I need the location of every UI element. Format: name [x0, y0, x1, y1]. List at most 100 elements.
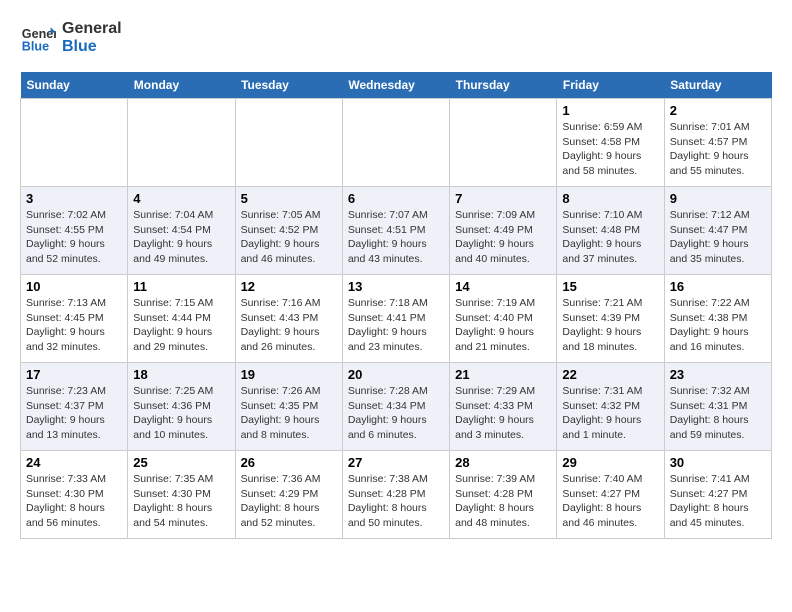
logo-name-blue: Blue	[62, 38, 122, 56]
calendar-cell: 12 Sunrise: 7:16 AM Sunset: 4:43 PM Dayli…	[235, 275, 342, 363]
day-number: 29	[562, 455, 658, 470]
day-number: 26	[241, 455, 337, 470]
calendar-cell: 5Sunrise: 7:05 AM Sunset: 4:52 PM Daylig…	[235, 187, 342, 275]
calendar-cell: 9 Sunrise: 7:12 AM Sunset: 4:47 PM Daylig…	[664, 187, 771, 275]
calendar-cell: 1Sunrise: 6:59 AM Sunset: 4:58 PM Daylig…	[557, 99, 664, 187]
calendar-cell: 24Sunrise: 7:33 AM Sunset: 4:30 PM Dayli…	[21, 451, 128, 539]
day-number: 3	[26, 191, 122, 206]
header-row: SundayMondayTuesdayWednesdayThursdayFrid…	[21, 72, 772, 99]
calendar-table: SundayMondayTuesdayWednesdayThursdayFrid…	[20, 72, 772, 539]
day-info: Sunrise: 7:13 AM Sunset: 4:45 PM Dayligh…	[26, 296, 122, 355]
day-number: 21	[455, 367, 551, 382]
calendar-cell	[128, 99, 235, 187]
day-number: 4	[133, 191, 229, 206]
calendar-cell: 2 Sunrise: 7:01 AM Sunset: 4:57 PM Daylig…	[664, 99, 771, 187]
day-number: 22	[562, 367, 658, 382]
svg-text:Blue: Blue	[22, 40, 49, 54]
day-number: 12	[241, 279, 337, 294]
weekday-header: Sunday	[21, 72, 128, 99]
calendar-cell: 14Sunrise: 7:19 AM Sunset: 4:40 PM Dayli…	[450, 275, 557, 363]
calendar-cell: 7 Sunrise: 7:09 AM Sunset: 4:49 PM Daylig…	[450, 187, 557, 275]
day-number: 27	[348, 455, 444, 470]
calendar-cell: 17 Sunrise: 7:23 AM Sunset: 4:37 PM Dayli…	[21, 363, 128, 451]
day-number: 6	[348, 191, 444, 206]
calendar-cell: 6 Sunrise: 7:07 AM Sunset: 4:51 PM Daylig…	[342, 187, 449, 275]
calendar-cell: 8 Sunrise: 7:10 AM Sunset: 4:48 PM Daylig…	[557, 187, 664, 275]
weekday-header: Thursday	[450, 72, 557, 99]
calendar-cell: 15 Sunrise: 7:21 AM Sunset: 4:39 PM Dayli…	[557, 275, 664, 363]
calendar-cell	[21, 99, 128, 187]
day-info: Sunrise: 7:36 AM Sunset: 4:29 PM Dayligh…	[241, 472, 337, 531]
day-number: 13	[348, 279, 444, 294]
day-number: 20	[348, 367, 444, 382]
calendar-cell: 29 Sunrise: 7:40 AM Sunset: 4:27 PM Dayli…	[557, 451, 664, 539]
logo: General Blue General Blue	[20, 20, 122, 56]
calendar-cell: 20Sunrise: 7:28 AM Sunset: 4:34 PM Dayli…	[342, 363, 449, 451]
calendar-cell: 22 Sunrise: 7:31 AM Sunset: 4:32 PM Dayli…	[557, 363, 664, 451]
day-number: 7	[455, 191, 551, 206]
day-info: Sunrise: 7:01 AM Sunset: 4:57 PM Dayligh…	[670, 120, 766, 179]
day-info: Sunrise: 7:10 AM Sunset: 4:48 PM Dayligh…	[562, 208, 658, 267]
day-number: 18	[133, 367, 229, 382]
day-info: Sunrise: 7:31 AM Sunset: 4:32 PM Dayligh…	[562, 384, 658, 443]
day-number: 8	[562, 191, 658, 206]
day-number: 1	[562, 103, 658, 118]
day-number: 24	[26, 455, 122, 470]
calendar-week-row: 3 Sunrise: 7:02 AM Sunset: 4:55 PM Daylig…	[21, 187, 772, 275]
calendar-cell: 21Sunrise: 7:29 AM Sunset: 4:33 PM Dayli…	[450, 363, 557, 451]
calendar-cell: 10 Sunrise: 7:13 AM Sunset: 4:45 PM Dayli…	[21, 275, 128, 363]
calendar-cell: 18 Sunrise: 7:25 AM Sunset: 4:36 PM Dayli…	[128, 363, 235, 451]
page-header: General Blue General Blue	[20, 20, 772, 56]
calendar-cell: 3 Sunrise: 7:02 AM Sunset: 4:55 PM Daylig…	[21, 187, 128, 275]
day-number: 10	[26, 279, 122, 294]
day-info: Sunrise: 7:23 AM Sunset: 4:37 PM Dayligh…	[26, 384, 122, 443]
day-info: Sunrise: 7:15 AM Sunset: 4:44 PM Dayligh…	[133, 296, 229, 355]
weekday-header: Saturday	[664, 72, 771, 99]
day-info: Sunrise: 7:07 AM Sunset: 4:51 PM Dayligh…	[348, 208, 444, 267]
weekday-header: Wednesday	[342, 72, 449, 99]
day-number: 2	[670, 103, 766, 118]
day-info: Sunrise: 7:39 AM Sunset: 4:28 PM Dayligh…	[455, 472, 551, 531]
day-number: 16	[670, 279, 766, 294]
day-info: Sunrise: 7:35 AM Sunset: 4:30 PM Dayligh…	[133, 472, 229, 531]
calendar-cell	[450, 99, 557, 187]
calendar-cell: 11 Sunrise: 7:15 AM Sunset: 4:44 PM Dayli…	[128, 275, 235, 363]
day-info: Sunrise: 7:12 AM Sunset: 4:47 PM Dayligh…	[670, 208, 766, 267]
calendar-week-row: 1Sunrise: 6:59 AM Sunset: 4:58 PM Daylig…	[21, 99, 772, 187]
day-info: Sunrise: 7:40 AM Sunset: 4:27 PM Dayligh…	[562, 472, 658, 531]
calendar-cell	[342, 99, 449, 187]
day-number: 11	[133, 279, 229, 294]
day-info: Sunrise: 7:32 AM Sunset: 4:31 PM Dayligh…	[670, 384, 766, 443]
calendar-week-row: 10 Sunrise: 7:13 AM Sunset: 4:45 PM Dayli…	[21, 275, 772, 363]
day-info: Sunrise: 7:18 AM Sunset: 4:41 PM Dayligh…	[348, 296, 444, 355]
day-number: 23	[670, 367, 766, 382]
day-info: Sunrise: 7:25 AM Sunset: 4:36 PM Dayligh…	[133, 384, 229, 443]
logo-name-general: General	[62, 20, 122, 38]
calendar-cell: 16Sunrise: 7:22 AM Sunset: 4:38 PM Dayli…	[664, 275, 771, 363]
calendar-cell: 4Sunrise: 7:04 AM Sunset: 4:54 PM Daylig…	[128, 187, 235, 275]
day-info: Sunrise: 7:41 AM Sunset: 4:27 PM Dayligh…	[670, 472, 766, 531]
calendar-cell: 30 Sunrise: 7:41 AM Sunset: 4:27 PM Dayli…	[664, 451, 771, 539]
logo-icon: General Blue	[20, 20, 56, 56]
weekday-header: Tuesday	[235, 72, 342, 99]
day-number: 15	[562, 279, 658, 294]
day-number: 17	[26, 367, 122, 382]
day-number: 19	[241, 367, 337, 382]
calendar-cell: 28 Sunrise: 7:39 AM Sunset: 4:28 PM Dayli…	[450, 451, 557, 539]
day-number: 30	[670, 455, 766, 470]
day-info: Sunrise: 7:16 AM Sunset: 4:43 PM Dayligh…	[241, 296, 337, 355]
day-info: Sunrise: 7:09 AM Sunset: 4:49 PM Dayligh…	[455, 208, 551, 267]
calendar-week-row: 24Sunrise: 7:33 AM Sunset: 4:30 PM Dayli…	[21, 451, 772, 539]
day-info: Sunrise: 7:02 AM Sunset: 4:55 PM Dayligh…	[26, 208, 122, 267]
day-info: Sunrise: 7:21 AM Sunset: 4:39 PM Dayligh…	[562, 296, 658, 355]
day-info: Sunrise: 7:26 AM Sunset: 4:35 PM Dayligh…	[241, 384, 337, 443]
weekday-header: Monday	[128, 72, 235, 99]
day-info: Sunrise: 7:38 AM Sunset: 4:28 PM Dayligh…	[348, 472, 444, 531]
calendar-cell: 23 Sunrise: 7:32 AM Sunset: 4:31 PM Dayli…	[664, 363, 771, 451]
weekday-header: Friday	[557, 72, 664, 99]
day-number: 25	[133, 455, 229, 470]
day-number: 5	[241, 191, 337, 206]
day-number: 28	[455, 455, 551, 470]
calendar-cell: 26 Sunrise: 7:36 AM Sunset: 4:29 PM Dayli…	[235, 451, 342, 539]
day-number: 9	[670, 191, 766, 206]
